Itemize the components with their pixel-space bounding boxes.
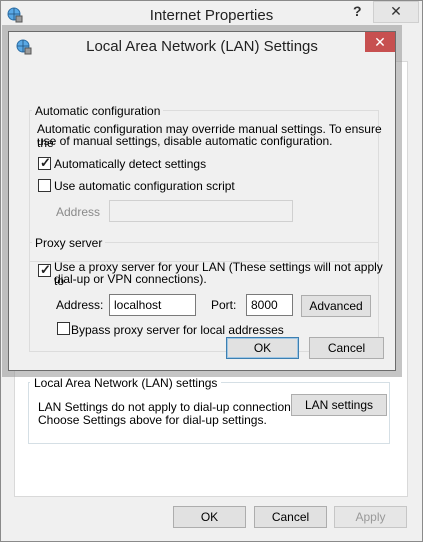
proxy-address-input[interactable]: localhost — [109, 294, 196, 316]
use-proxy-label-line2[interactable]: dial-up or VPN connections). — [54, 272, 207, 286]
lan-settings-dialog: Local Area Network (LAN) Settings ✕ Auto… — [8, 31, 396, 371]
help-icon[interactable]: ? — [353, 3, 362, 19]
dialog-close-button[interactable]: ✕ — [365, 32, 395, 52]
bypass-local-checkbox[interactable] — [57, 322, 70, 335]
proxy-address-label: Address: — [56, 298, 104, 312]
dialog-title: Local Area Network (LAN) Settings — [86, 38, 318, 55]
automatic-configuration-title: Automatic configuration — [32, 104, 164, 118]
auto-script-checkbox[interactable] — [38, 179, 51, 192]
outer-close-button[interactable]: ✕ — [373, 1, 419, 23]
auto-detect-label[interactable]: Automatically detect settings — [54, 157, 206, 171]
outer-title-bar: Internet Properties ? ✕ — [1, 1, 422, 31]
close-icon: ✕ — [374, 34, 386, 50]
advanced-button[interactable]: Advanced — [301, 295, 371, 317]
outer-ok-button[interactable]: OK — [173, 506, 246, 528]
dialog-title-bar: Local Area Network (LAN) Settings ✕ — [9, 32, 395, 62]
use-proxy-checkbox[interactable]: ✓ — [38, 262, 51, 277]
auto-script-label[interactable]: Use automatic configuration script — [54, 179, 235, 193]
script-address-label: Address — [56, 205, 101, 219]
lan-settings-button[interactable]: LAN settings — [291, 394, 387, 416]
lan-description-line1: LAN Settings do not apply to dial-up con… — [38, 400, 301, 414]
checkmark-icon: ✓ — [40, 155, 51, 170]
checkmark-icon: ✓ — [40, 262, 51, 277]
auto-detect-checkbox[interactable]: ✓ — [38, 155, 51, 170]
dialog-cancel-button[interactable]: Cancel — [309, 337, 384, 359]
dialog-ok-button[interactable]: OK — [226, 337, 299, 359]
proxy-port-input[interactable]: 8000 — [246, 294, 293, 316]
auto-config-description-line2: use of manual settings, disable automati… — [37, 134, 333, 148]
proxy-port-label: Port: — [211, 298, 237, 312]
close-icon: ✕ — [390, 3, 402, 19]
outer-cancel-button[interactable]: Cancel — [254, 506, 327, 528]
proxy-server-title: Proxy server — [32, 236, 106, 250]
outer-apply-button[interactable]: Apply — [334, 506, 407, 528]
lan-description-line2: Choose Settings above for dial-up settin… — [38, 413, 267, 427]
bypass-local-label[interactable]: Bypass proxy server for local addresses — [71, 323, 284, 337]
script-address-input[interactable] — [109, 200, 293, 222]
dialog-body: Automatic configuration Automatic config… — [17, 62, 387, 362]
lan-settings-group-title: Local Area Network (LAN) settings — [30, 376, 222, 390]
